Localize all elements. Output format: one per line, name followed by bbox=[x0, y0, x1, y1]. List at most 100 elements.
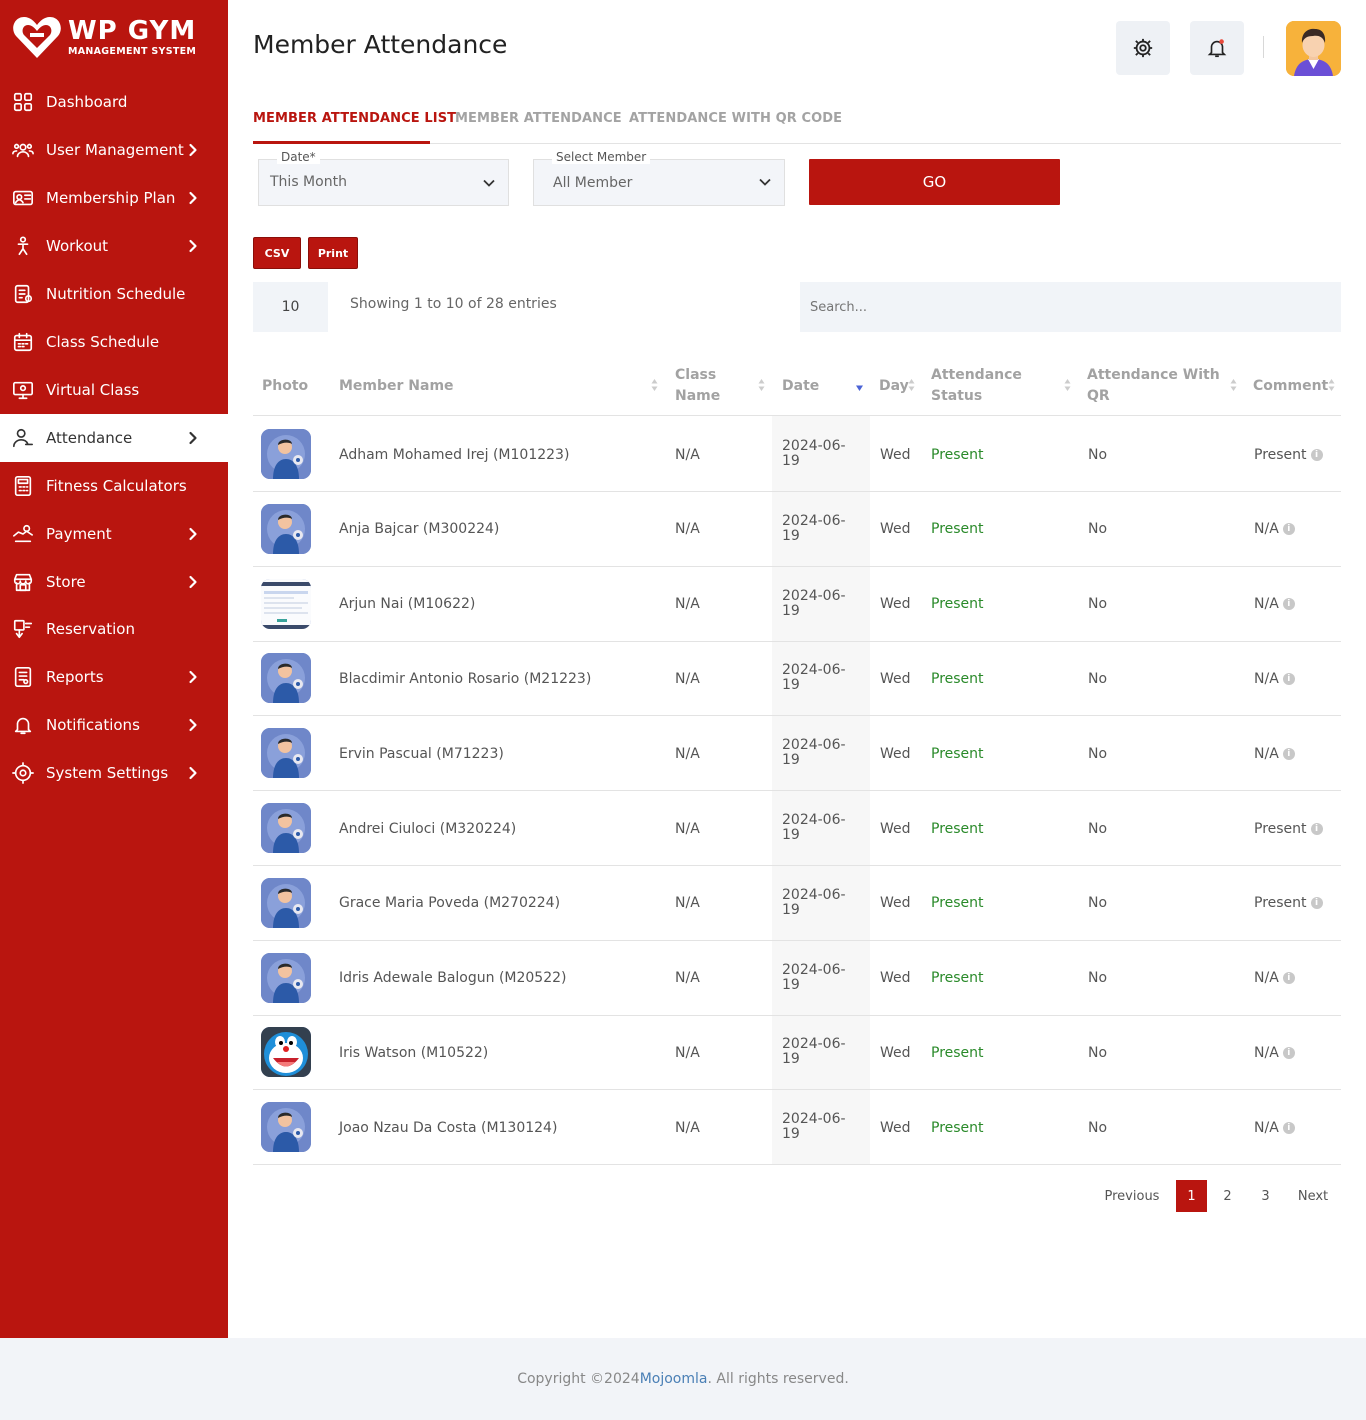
info-icon[interactable]: i bbox=[1282, 972, 1295, 985]
member-select[interactable]: Select Member All Member bbox=[533, 150, 785, 206]
attendance-status-cell-text: Present bbox=[931, 895, 984, 912]
member-photo bbox=[261, 503, 311, 554]
date-cell: 2024-06-19 bbox=[782, 716, 854, 791]
sidebar-item-label: Fitness Calculators bbox=[46, 477, 187, 495]
date-cell-text: 2024-06-19 bbox=[782, 1111, 846, 1143]
attendance-status-cell-text: Present bbox=[931, 521, 984, 538]
info-icon[interactable]: i bbox=[1282, 598, 1295, 611]
info-icon[interactable]: i bbox=[1310, 448, 1323, 461]
info-icon[interactable]: i bbox=[1310, 897, 1323, 910]
class-name-cell-text: N/A bbox=[675, 820, 700, 837]
table-row: Grace Maria Poveda (M270224) N/A 2024-06-1… bbox=[253, 866, 1341, 941]
sidebar-item-label: User Management bbox=[46, 141, 184, 159]
sidebar-item-system-settings[interactable]: System Settings bbox=[0, 749, 228, 797]
sidebar-item-nutrition-schedule[interactable]: Nutrition Schedule bbox=[0, 270, 228, 318]
sort-icon bbox=[1064, 379, 1071, 391]
sidebar-item-class-schedule[interactable]: Class Schedule bbox=[0, 318, 228, 366]
sidebar-item-workout[interactable]: Workout bbox=[0, 222, 228, 270]
go-button[interactable]: GO bbox=[809, 159, 1060, 205]
comment-cell-text: N/A bbox=[1254, 745, 1279, 762]
header-day[interactable]: Day bbox=[879, 356, 909, 416]
header-photo[interactable]: Photo bbox=[262, 356, 308, 416]
print-button[interactable]: Print bbox=[308, 237, 358, 269]
csv-button[interactable]: CSV bbox=[253, 237, 301, 269]
sidebar-item-reservation[interactable]: Reservation bbox=[0, 605, 228, 653]
attendance-qr-cell: No bbox=[1088, 641, 1107, 716]
attendance-qr-cell: No bbox=[1088, 417, 1107, 492]
member-name-cell-text: Grace Maria Poveda (M270224) bbox=[339, 895, 561, 912]
search-input[interactable] bbox=[800, 282, 1341, 332]
sidebar-item-user-management[interactable]: User Management bbox=[0, 126, 228, 174]
attendance-status-cell: Present bbox=[931, 866, 984, 941]
header-attendance-status[interactable]: Attendance Status bbox=[931, 356, 1041, 416]
sidebar-item-store[interactable]: Store bbox=[0, 558, 228, 606]
day-cell-text: Wed bbox=[880, 521, 911, 538]
sidebar-item-label: Store bbox=[46, 573, 86, 591]
brand-logo[interactable]: WP GYM MANAGEMENT SYSTEM bbox=[12, 14, 222, 60]
day-cell-text: Wed bbox=[880, 745, 911, 762]
day-cell: Wed bbox=[880, 417, 911, 492]
sidebar-item-fitness-calculators[interactable]: Fitness Calculators bbox=[0, 462, 228, 510]
pagination-previous[interactable]: Previous bbox=[1099, 1180, 1165, 1212]
sidebar-item-membership-plan[interactable]: Membership Plan bbox=[0, 174, 228, 222]
day-cell: Wed bbox=[880, 941, 911, 1016]
chevron-right-icon bbox=[189, 239, 197, 253]
member-select-label: Select Member bbox=[552, 150, 651, 164]
footer-brand-link[interactable]: Mojoomla bbox=[640, 1371, 708, 1387]
pagination-next[interactable]: Next bbox=[1291, 1180, 1335, 1212]
member-name-cell: Blacdimir Antonio Rosario (M21223) bbox=[339, 641, 591, 716]
table-row: Joao Nzau Da Costa (M130124) N/A 2024-06-1… bbox=[253, 1090, 1341, 1166]
sidebar-item-reports[interactable]: Reports bbox=[0, 653, 228, 701]
attendance-qr-cell-text: No bbox=[1088, 521, 1108, 538]
table-row: Ervin Pascual (M71223) N/A 2024-06-19 Wed Pr… bbox=[253, 716, 1341, 792]
tab-member-attendance-list[interactable]: MEMBER ATTENDANCE LIST bbox=[253, 111, 456, 126]
comment-cell: N/A i bbox=[1254, 641, 1295, 716]
info-icon[interactable]: i bbox=[1282, 672, 1295, 685]
day-cell: Wed bbox=[880, 567, 911, 642]
pagination-page-1[interactable]: 1 bbox=[1176, 1180, 1207, 1212]
pagination-page-2[interactable]: 2 bbox=[1212, 1180, 1243, 1212]
tab-bar: MEMBER ATTENDANCE LIST MEMBER ATTENDANCE… bbox=[253, 108, 1341, 144]
comment-cell: N/A i bbox=[1254, 492, 1295, 567]
attendance-status-cell-text: Present bbox=[931, 1044, 984, 1061]
reports-icon bbox=[12, 666, 34, 688]
comment-cell: Present i bbox=[1254, 417, 1323, 492]
sidebar-item-label: Membership Plan bbox=[46, 189, 176, 207]
sidebar-item-attendance[interactable]: Attendance bbox=[0, 414, 228, 462]
header-class-name[interactable]: Class Name bbox=[675, 356, 745, 416]
settings-button[interactable] bbox=[1116, 21, 1170, 75]
day-cell-text: Wed bbox=[880, 895, 911, 912]
info-icon[interactable]: i bbox=[1282, 1046, 1295, 1059]
user-avatar[interactable] bbox=[1286, 21, 1341, 76]
bell-icon bbox=[12, 714, 34, 736]
member-photo bbox=[261, 429, 311, 479]
member-name-cell: Iris Watson (M10522) bbox=[339, 1015, 488, 1090]
gear-icon bbox=[1133, 38, 1153, 58]
date-cell-text: 2024-06-19 bbox=[782, 587, 846, 619]
day-cell: Wed bbox=[880, 1015, 911, 1090]
sidebar-item-dashboard[interactable]: Dashboard bbox=[0, 78, 228, 126]
info-icon[interactable]: i bbox=[1310, 822, 1323, 835]
page-length-select[interactable]: 10 bbox=[253, 282, 328, 332]
sidebar-item-notifications[interactable]: Notifications bbox=[0, 701, 228, 749]
info-icon[interactable]: i bbox=[1282, 747, 1295, 760]
header-comment[interactable]: Comment bbox=[1253, 356, 1328, 416]
tab-member-attendance[interactable]: MEMBER ATTENDANCE bbox=[455, 111, 622, 126]
header-member-name[interactable]: Member Name bbox=[339, 356, 454, 416]
attendance-qr-cell-text: No bbox=[1088, 745, 1108, 762]
sidebar-item-payment[interactable]: Payment bbox=[0, 510, 228, 558]
attendance-icon bbox=[12, 427, 34, 449]
info-icon[interactable]: i bbox=[1282, 1121, 1295, 1134]
active-tab-indicator bbox=[253, 141, 430, 144]
date-select[interactable]: Date* This Month bbox=[258, 150, 509, 206]
sidebar-item-label: Payment bbox=[46, 525, 112, 543]
calculator-icon bbox=[12, 475, 34, 497]
sidebar-item-virtual-class[interactable]: Virtual Class bbox=[0, 366, 228, 414]
info-icon[interactable]: i bbox=[1282, 523, 1295, 536]
pagination-page-3[interactable]: 3 bbox=[1250, 1180, 1281, 1212]
date-cell-text: 2024-06-19 bbox=[782, 886, 846, 918]
tab-attendance-with-qr-code[interactable]: ATTENDANCE WITH QR CODE bbox=[629, 111, 842, 126]
header-attendance-with-qr[interactable]: Attendance With QR bbox=[1087, 356, 1227, 416]
header-date[interactable]: Date bbox=[782, 356, 819, 416]
notifications-button[interactable] bbox=[1190, 21, 1244, 75]
